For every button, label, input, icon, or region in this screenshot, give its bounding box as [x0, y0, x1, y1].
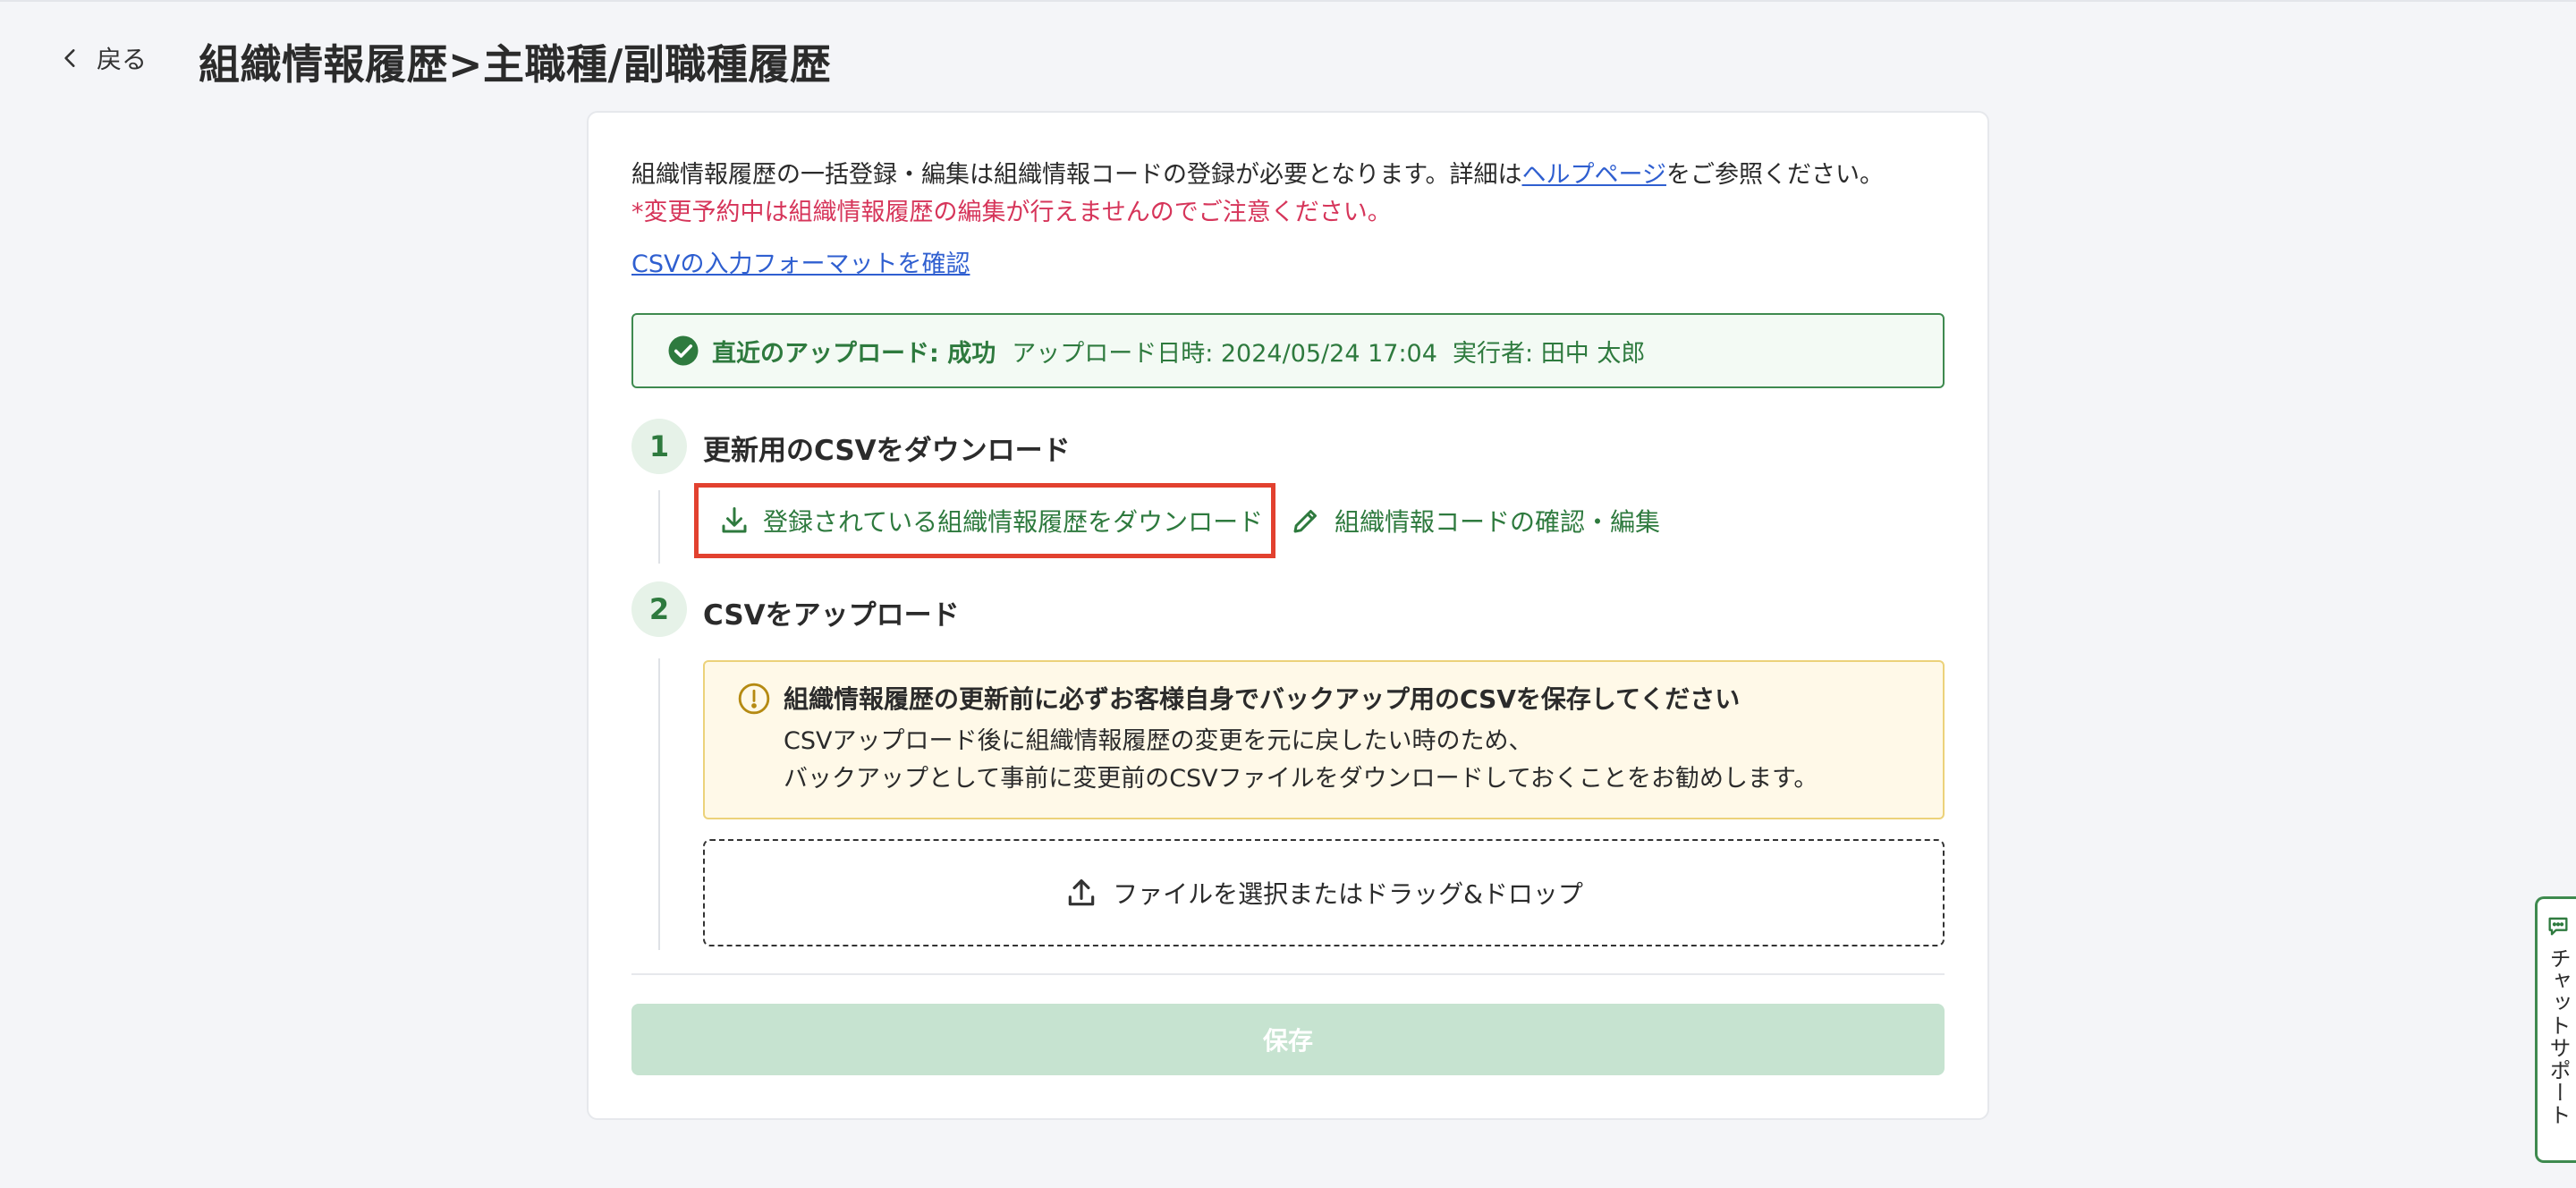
back-button[interactable]: 戻る [59, 39, 147, 77]
notice-line-2: バックアップとして事前に変更前のCSVファイルをダウンロードしておくことをお勧め… [784, 765, 1818, 793]
download-history-label: 登録されている組織情報履歴をダウンロード [763, 507, 1264, 537]
step-2-number: 2 [631, 581, 687, 637]
help-page-link[interactable]: ヘルプページ [1522, 161, 1666, 189]
chat-support-tab[interactable]: チャットサポート [2535, 896, 2576, 1163]
status-meta: アップロード日時: 2024/05/24 17:04 実行者: 田中 太郎 [1012, 339, 1646, 368]
step-1-title: 更新用のCSVをダウンロード [703, 435, 1071, 467]
download-history-button[interactable]: 登録されている組織情報履歴をダウンロード [694, 483, 1275, 558]
notice-line-1: CSVアップロード後に組織情報履歴の変更を元に戻したい時のため、 [784, 727, 1533, 755]
check-circle-icon [668, 335, 699, 366]
step-2-title: CSVをアップロード [703, 599, 960, 632]
back-label: 戻る [97, 45, 148, 74]
backup-notice: 組織情報履歴の更新前に必ずお客様自身でバックアップ用のCSVを保存してください … [703, 660, 1945, 819]
page-title: 組織情報履歴>主職種/副職種履歴 [199, 40, 832, 89]
notice-title: 組織情報履歴の更新前に必ずお客様自身でバックアップ用のCSVを保存してください [784, 684, 1741, 714]
step-1-number: 1 [631, 419, 687, 474]
csv-format-link[interactable]: CSVの入力フォーマットを確認 [631, 247, 970, 283]
chat-support-label: チャットサポート [2546, 947, 2571, 1126]
edit-org-code-link[interactable]: 組織情報コードの確認・編集 [1290, 483, 1660, 558]
save-button[interactable]: 保存 [631, 1004, 1945, 1075]
exclamation-circle-icon [738, 683, 770, 715]
step-2-connector [658, 658, 660, 950]
status-lead: 直近のアップロード: 成功 [712, 339, 996, 368]
step-1-connector [658, 490, 660, 564]
upload-status-banner: 直近のアップロード: 成功 アップロード日時: 2024/05/24 17:04… [631, 313, 1945, 388]
dropzone-label: ファイルを選択またはドラッグ&ドロップ [1113, 879, 1583, 909]
intro-text: 組織情報履歴の一括登録・編集は組織情報コードの登録が必要となります。詳細はヘルプ… [631, 157, 1884, 193]
footer-divider [631, 973, 1945, 975]
upload-card: 組織情報履歴の一括登録・編集は組織情報コードの登録が必要となります。詳細はヘルプ… [587, 111, 1989, 1120]
reservation-warning: *変更予約中は組織情報履歴の編集が行えませんのでご注意ください。 [631, 199, 1392, 226]
pencil-icon [1293, 510, 1317, 533]
chat-bubble-icon [2548, 917, 2568, 936]
top-border [0, 0, 2576, 2]
file-dropzone[interactable]: ファイルを選択またはドラッグ&ドロップ [703, 839, 1945, 946]
edit-org-code-label: 組織情報コードの確認・編集 [1335, 507, 1661, 537]
intro-text-before: 組織情報履歴の一括登録・編集は組織情報コードの登録が必要となります。詳細は [631, 161, 1522, 189]
intro-text-after: をご参照ください。 [1665, 161, 1884, 189]
upload-icon [1068, 878, 1095, 906]
download-icon [722, 507, 747, 533]
chevron-left-icon [64, 49, 75, 67]
